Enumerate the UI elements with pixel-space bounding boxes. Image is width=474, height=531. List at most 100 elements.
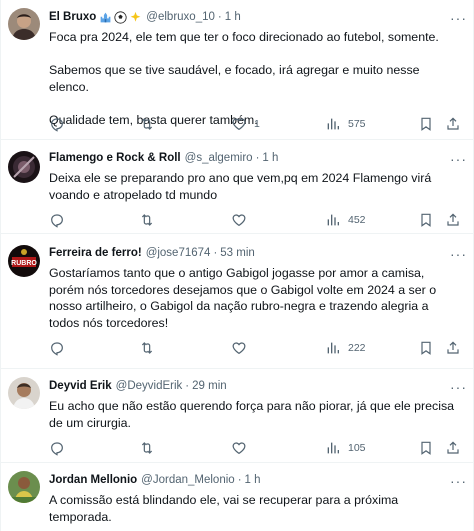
- tweet-header: El Bruxo @elbruxo_10 · 1 h: [49, 10, 457, 25]
- soccer-ball-icon: [114, 11, 127, 24]
- retweet-button[interactable]: [139, 440, 155, 456]
- views-icon: [325, 212, 341, 228]
- reply-button[interactable]: [49, 440, 65, 456]
- views-icon: [325, 340, 341, 356]
- share-button[interactable]: [445, 116, 461, 132]
- tweet-body: El Bruxo @elbruxo_10 · 1 h Foca pra 2024, el…: [49, 10, 457, 128]
- timestamp[interactable]: 53 min: [220, 246, 255, 261]
- reply-tweet[interactable]: Flamengo e Rock & Roll @s_algemiro · 1 h Dei…: [1, 140, 473, 234]
- timestamp[interactable]: 1 h: [225, 10, 241, 25]
- rt-icon: [139, 440, 155, 456]
- tweet-text-line: Foca pra 2024, ele tem que ter o foco di…: [49, 30, 439, 44]
- share-icon: [445, 440, 461, 456]
- user-handle[interactable]: @DeyvidErik: [116, 379, 183, 394]
- like-icon: [231, 440, 247, 456]
- replies-feed: El Bruxo @elbruxo_10 · 1 h Foca pra 2024, el…: [0, 0, 474, 531]
- more-dots-icon[interactable]: ···: [450, 152, 467, 166]
- more-dots-icon[interactable]: ···: [450, 11, 467, 25]
- views-icon: [325, 440, 341, 456]
- rt-icon: [139, 340, 155, 356]
- timestamp[interactable]: 1 h: [245, 473, 261, 488]
- tweet-text-line: Eu acho que não estão querendo força par…: [49, 399, 455, 430]
- reply-tweet[interactable]: Deyvid Erik @DeyvidErik · 29 min Eu acho que…: [1, 369, 473, 463]
- tweet-body: Ferreira de ferro! @jose71674 · 53 min Gosta…: [49, 246, 457, 331]
- reply-icon: [49, 212, 65, 228]
- avatar[interactable]: [8, 8, 40, 40]
- views-button[interactable]: 452: [325, 212, 366, 228]
- retweet-button[interactable]: [139, 212, 155, 228]
- views-button[interactable]: 222: [325, 340, 366, 356]
- display-name[interactable]: Deyvid Erik: [49, 379, 112, 394]
- timestamp[interactable]: 29 min: [192, 379, 227, 394]
- avatar[interactable]: [8, 471, 40, 503]
- share-button[interactable]: [445, 440, 461, 456]
- share-button[interactable]: [445, 212, 461, 228]
- user-handle[interactable]: @elbruxo_10: [146, 10, 215, 25]
- views-count: 452: [348, 214, 366, 226]
- reply-button[interactable]: [49, 340, 65, 356]
- display-name[interactable]: Flamengo e Rock & Roll: [49, 151, 181, 166]
- tweet-text: Eu acho que não estão querendo força par…: [49, 398, 457, 431]
- timestamp[interactable]: 1 h: [262, 151, 278, 166]
- like-button[interactable]: [231, 440, 247, 456]
- tweet-header: Jordan Mellonio @Jordan_Melonio · 1 h: [49, 473, 457, 488]
- bookmark-button[interactable]: [418, 212, 434, 228]
- share-icon: [445, 116, 461, 132]
- tweet-text: A comissão está blindando ele, vai se re…: [49, 492, 457, 525]
- tweet-text: Foca pra 2024, ele tem que ter o foco di…: [49, 29, 457, 128]
- tweet-header: Ferreira de ferro! @jose71674 · 53 min: [49, 246, 457, 261]
- more-dots-icon[interactable]: ···: [450, 474, 467, 488]
- tweet-text-line: Sabemos que se tive saudável, e focado, …: [49, 63, 420, 94]
- rt-icon: [139, 116, 155, 132]
- name-emojis: [99, 11, 142, 24]
- reply-tweet[interactable]: RUBRO Ferreira de ferro! @jose71674 · 53 min…: [1, 234, 473, 369]
- reply-icon: [49, 440, 65, 456]
- bm-icon: [418, 440, 434, 456]
- bookmark-button[interactable]: [418, 340, 434, 356]
- sparkles-icon: [130, 11, 141, 22]
- separator-dot: ·: [185, 380, 190, 392]
- reply-tweet[interactable]: Jordan Mellonio @Jordan_Melonio · 1 h A comi…: [1, 463, 473, 531]
- rt-icon: [139, 212, 155, 228]
- bookmark-button[interactable]: [418, 440, 434, 456]
- views-count: 222: [348, 342, 366, 354]
- avatar[interactable]: RUBRO: [8, 245, 40, 277]
- share-icon: [445, 340, 461, 356]
- separator-dot: ·: [255, 152, 260, 164]
- user-handle[interactable]: @s_algemiro: [185, 151, 253, 166]
- avatar[interactable]: [8, 151, 40, 183]
- share-icon: [445, 212, 461, 228]
- display-name[interactable]: Jordan Mellonio: [49, 473, 137, 488]
- share-button[interactable]: [445, 340, 461, 356]
- like-count: 1: [254, 118, 260, 130]
- more-dots-icon[interactable]: ···: [450, 247, 467, 261]
- like-button[interactable]: [231, 212, 247, 228]
- views-count: 575: [348, 118, 366, 130]
- separator-dot: ·: [213, 247, 218, 259]
- separator-dot: ·: [237, 474, 242, 486]
- action-bar: 1 575: [49, 116, 461, 132]
- like-button[interactable]: 1: [231, 116, 260, 132]
- avatar[interactable]: [8, 377, 40, 409]
- display-name[interactable]: El Bruxo: [49, 10, 96, 25]
- tweet-text: Deixa ele se preparando pro ano que vem,…: [49, 170, 457, 203]
- reply-button[interactable]: [49, 212, 65, 228]
- views-icon: [325, 116, 341, 132]
- like-button[interactable]: [231, 340, 247, 356]
- reply-tweet[interactable]: El Bruxo @elbruxo_10 · 1 h Foca pra 2024, el…: [1, 0, 473, 140]
- bookmark-button[interactable]: [418, 116, 434, 132]
- retweet-button[interactable]: [139, 116, 155, 132]
- user-handle[interactable]: @jose71674: [146, 246, 211, 261]
- tweet-text-line: Deixa ele se preparando pro ano que vem,…: [49, 171, 432, 202]
- castle-emoji-icon: [100, 12, 111, 23]
- user-handle[interactable]: @Jordan_Melonio: [141, 473, 235, 488]
- more-dots-icon[interactable]: ···: [450, 380, 467, 394]
- views-button[interactable]: 575: [325, 116, 366, 132]
- display-name[interactable]: Ferreira de ferro!: [49, 246, 142, 261]
- views-button[interactable]: 105: [325, 440, 366, 456]
- retweet-button[interactable]: [139, 340, 155, 356]
- reply-button[interactable]: [49, 116, 65, 132]
- bm-icon: [418, 116, 434, 132]
- separator-dot: ·: [217, 11, 222, 23]
